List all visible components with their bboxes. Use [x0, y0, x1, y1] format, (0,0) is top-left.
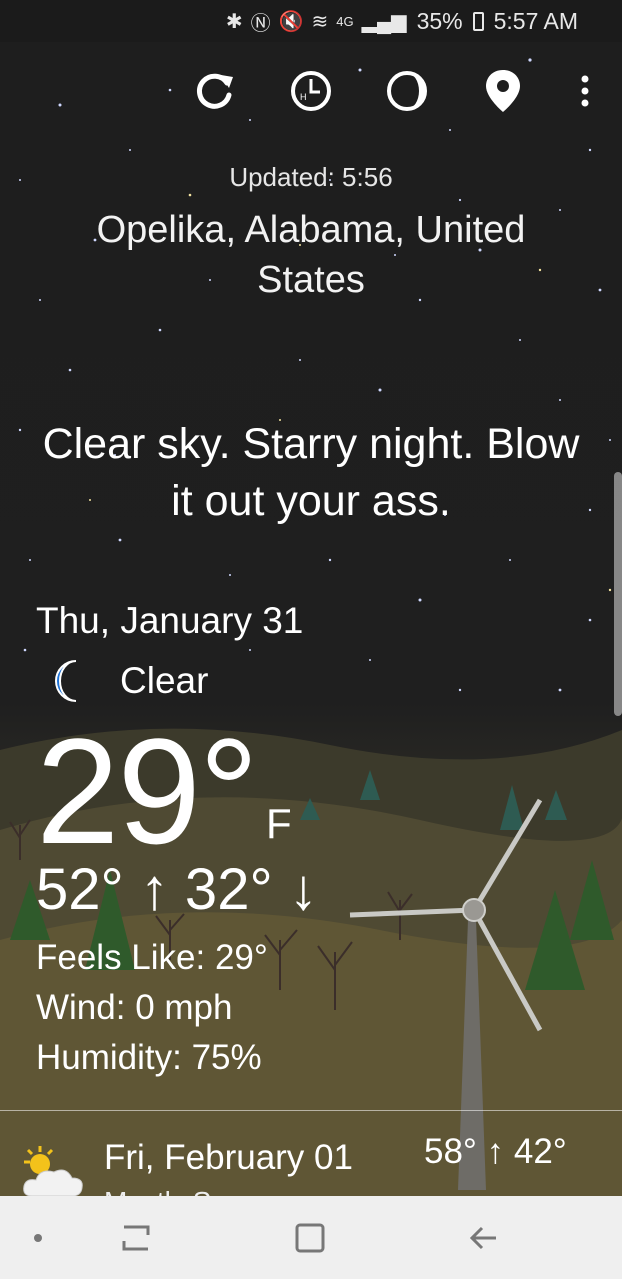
- moon-phase-icon: [387, 71, 427, 111]
- 4g-icon: 4G: [336, 13, 354, 29]
- status-bar: ✱ Ⓝ 🔇 ≋ 4G ▂▄▆ 35% 5:57 AM: [0, 0, 622, 42]
- bluetooth-icon: ✱: [225, 10, 243, 33]
- moon-phase-button[interactable]: [382, 66, 432, 116]
- battery-icon: [472, 11, 484, 31]
- nav-dot-button[interactable]: [16, 1216, 60, 1260]
- overflow-menu-button[interactable]: [560, 66, 610, 116]
- toolbar: H: [0, 66, 622, 118]
- refresh-icon: [196, 73, 233, 109]
- temperature-unit[interactable]: F: [266, 800, 292, 848]
- location-title[interactable]: Opelika, Alabama, United States: [60, 205, 562, 305]
- updated-time: Updated: 5:56: [229, 162, 393, 192]
- mute-icon: 🔇: [278, 10, 304, 33]
- recents-icon: [122, 1225, 150, 1251]
- hourly-button[interactable]: H: [286, 66, 336, 116]
- back-icon: [469, 1226, 496, 1250]
- forecast-date: Fri, February 01: [104, 1138, 353, 1177]
- navigation-bar: [0, 1196, 622, 1279]
- clock: 5:57 AM: [493, 7, 578, 34]
- nav-dot-icon: [34, 1234, 42, 1242]
- high-low-temps: 52° ↑ 32° ↓: [36, 857, 318, 922]
- home-icon: [295, 1223, 325, 1253]
- home-button[interactable]: [288, 1216, 332, 1260]
- svg-text:H: H: [300, 92, 307, 102]
- forecast-row[interactable]: Fri, February 01 58° ↑ 42° Mostly Sunny: [0, 1112, 622, 1198]
- current-temperature: 29°: [36, 707, 259, 875]
- divider: [0, 1110, 622, 1111]
- feels-like: Feels Like: 29°: [36, 938, 268, 977]
- forecast-temps: 58° ↑ 42°: [424, 1132, 567, 1171]
- condition-label: Clear: [120, 660, 209, 701]
- battery-percent: 35%: [416, 7, 463, 34]
- wind-speed: Wind: 0 mph: [36, 988, 233, 1027]
- nfc-icon: Ⓝ: [250, 12, 271, 35]
- location-pin-icon: [486, 70, 520, 112]
- back-button[interactable]: [462, 1216, 506, 1260]
- refresh-button[interactable]: [190, 66, 240, 116]
- wifi-icon: ≋: [311, 10, 329, 33]
- moon-icon: [55, 660, 77, 702]
- location-button[interactable]: [478, 66, 528, 116]
- current-condition: Clear: [46, 655, 208, 707]
- hourly-history-icon: H: [291, 71, 331, 111]
- weather-tagline: Clear sky. Starry night. Blow it out you…: [42, 420, 580, 525]
- partly-sunny-icon: [23, 1146, 83, 1197]
- status-icons: ✱ Ⓝ 🔇 ≋ 4G ▂▄▆: [226, 7, 407, 36]
- recents-button[interactable]: [114, 1216, 158, 1260]
- signal-icon: ▂▄▆: [361, 10, 407, 33]
- humidity: Humidity: 75%: [36, 1038, 262, 1077]
- current-date: Thu, January 31: [36, 600, 304, 641]
- scrollbar[interactable]: [614, 472, 622, 716]
- overflow-menu-icon: [581, 75, 589, 107]
